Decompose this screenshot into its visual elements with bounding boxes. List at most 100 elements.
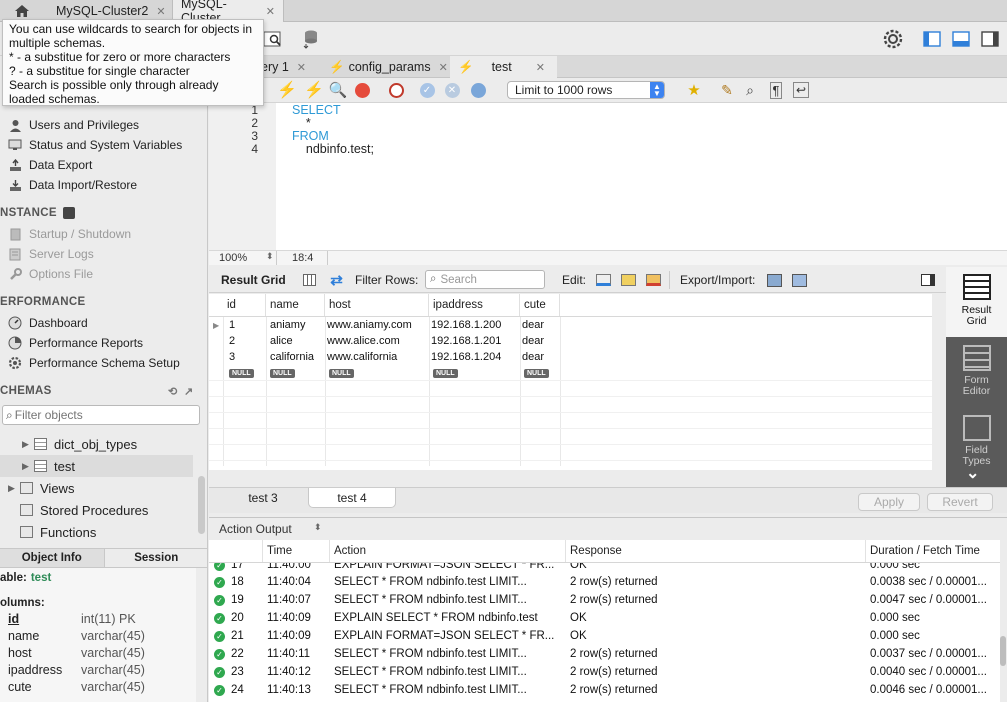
table-cell[interactable]: www.aniamy.com [323,317,412,333]
table-cell-null[interactable]: NULL [225,365,254,381]
export-button[interactable] [765,271,784,289]
table-cell[interactable]: dear [518,317,544,333]
table-row[interactable]: ✓ 24 11:40:13 SELECT * FROM ndbinfo.test… [209,682,1000,700]
column-header-status[interactable] [209,540,263,562]
close-icon[interactable]: ✕ [266,5,275,18]
result-grid-view-button[interactable]: Result Grid [946,267,1007,337]
output-select[interactable]: Action Output [219,522,292,536]
expand-triangle-icon[interactable]: ▶ [22,461,34,472]
toggle-secondary-sidebar-button[interactable] [979,28,1001,50]
insert-row-button[interactable] [619,271,638,289]
toggle-side-panel-button[interactable] [918,271,937,289]
explain-button[interactable]: 🔍 [328,80,348,100]
table-cell-null[interactable]: NULL [429,365,458,381]
column-header-action[interactable]: Action [330,540,566,562]
table-row[interactable]: ✓ 19 11:40:07 SELECT * FROM ndbinfo.test… [209,592,1000,610]
table-cell[interactable]: www.alice.com [323,333,400,349]
sidebar-item-startup[interactable]: Startup / Shutdown [8,225,131,243]
filter-rows-search[interactable]: ⌕ Search [425,270,545,289]
table-row[interactable]: ✓ 23 11:40:12 SELECT * FROM ndbinfo.test… [209,664,1000,682]
table-cell[interactable]: dear [518,333,544,349]
close-icon[interactable]: ✕ [439,61,448,74]
sidebar-item-logs[interactable]: Server Logs [8,245,94,263]
column-header-id[interactable]: id [223,294,266,316]
sidebar-item-import[interactable]: Data Import/Restore [8,176,137,194]
sidebar-item-schema-setup[interactable]: Performance Schema Setup [8,354,180,372]
table-row[interactable]: ✓ 21 11:40:09 EXPLAIN FORMAT=JSON SELECT… [209,628,1000,646]
table-cell[interactable]: aniamy [266,317,305,333]
commit-button[interactable]: ✓ [417,80,437,100]
close-icon[interactable]: ✕ [297,61,306,74]
tab-config-params[interactable]: ⚡ config_params ✕ [329,56,448,78]
tab-test-4[interactable]: test 4 [308,488,396,508]
sidebar-item-export[interactable]: Data Export [8,156,92,174]
revert-button[interactable]: Revert [927,493,993,511]
tree-item-functions[interactable]: Functions [0,521,193,543]
column-header-duration[interactable]: Duration / Fetch Time [866,540,1000,562]
table-cell[interactable]: www.california [323,349,397,365]
sidebar-item-status[interactable]: Status and System Variables [8,136,182,154]
beautify-button[interactable]: ✎ [717,80,737,100]
form-editor-view-button[interactable]: Form Editor [946,339,1007,409]
expand-triangle-icon[interactable]: ▶ [8,483,20,494]
stop-button[interactable] [352,80,372,100]
table-cell[interactable]: california [266,349,314,365]
edit-row-button[interactable] [594,271,613,289]
home-button[interactable] [10,2,34,20]
chevron-up-down-icon[interactable]: ⬍ [314,522,322,533]
table-cell[interactable]: 3 [225,349,235,365]
toggle-continue-on-error-button[interactable] [386,80,406,100]
close-icon[interactable]: ✕ [156,5,165,18]
grid-view-button[interactable] [300,271,319,289]
close-icon[interactable]: ✕ [536,61,545,74]
action-output-table[interactable]: Time Action Response Duration / Fetch Ti… [209,540,1000,702]
execute-button[interactable]: ⚡ [277,80,297,100]
table-row[interactable]: ✓ 18 11:40:04 SELECT * FROM ndbinfo.test… [209,574,1000,592]
column-header-name[interactable]: name [266,294,325,316]
column-header-ipaddress[interactable]: ipaddress [429,294,520,316]
column-header-cute[interactable]: cute [520,294,560,316]
tab-object-info[interactable]: Object Info [0,549,105,567]
sidebar-item-options[interactable]: Options File [8,265,93,283]
schema-filter-input[interactable] [14,408,190,422]
chevron-up-down-icon[interactable]: ⬍ [266,251,274,262]
sidebar-item-users[interactable]: Users and Privileges [8,116,139,134]
delete-row-button[interactable] [644,271,663,289]
execute-current-button[interactable]: ⚡ [304,80,324,100]
column-header-host[interactable]: host [325,294,429,316]
tree-item-test[interactable]: ▶ test [0,455,193,477]
tree-item-dict-obj-types[interactable]: ▶ dict_obj_types [0,433,193,455]
table-cell[interactable]: 192.168.1.201 [427,333,501,349]
find-button[interactable]: ⌕ [740,80,760,100]
table-cell[interactable]: 192.168.1.200 [427,317,501,333]
schema-filter[interactable]: ⌕ [2,405,200,425]
table-row[interactable]: ✓ 20 11:40:09 EXPLAIN SELECT * FROM ndbi… [209,610,1000,628]
table-cell[interactable]: 192.168.1.204 [427,349,501,365]
table-cell[interactable]: 1 [225,317,235,333]
sql-code-editor[interactable]: 1 2 3 4 SELECT * FROM ndbinfo.test; [209,103,1007,250]
wrap-lines-button[interactable]: ↩ [791,80,811,100]
tab-test[interactable]: ⚡ test ✕ [450,56,557,78]
result-grid[interactable]: id name host ipaddress cute ▶ 1 aniamy w… [209,294,932,470]
tab-session[interactable]: Session [105,549,208,567]
sidebar-scrollbar[interactable] [198,476,205,534]
zoom-level[interactable]: 100% [219,252,247,264]
chevron-down-icon[interactable]: ⌄ [966,463,979,483]
tab-query-1[interactable]: ery 1 ✕ [261,56,306,78]
expand-icon[interactable]: ↗ [184,385,194,398]
table-row[interactable]: ✓ 22 11:40:11 SELECT * FROM ndbinfo.test… [209,646,1000,664]
tab-test-3[interactable]: test 3 [219,488,307,508]
column-header-time[interactable]: Time [263,540,330,562]
add-snippet-button[interactable]: ★ [684,80,704,100]
tree-item-views[interactable]: ▶ Views [0,477,193,499]
table-cell-null[interactable]: NULL [325,365,354,381]
expand-triangle-icon[interactable]: ▶ [22,439,34,450]
import-button[interactable] [790,271,809,289]
column-header-response[interactable]: Response [566,540,866,562]
row-limit-select[interactable]: Limit to 1000 rows ▲ ▼ [507,81,665,99]
autocommit-button[interactable] [468,80,488,100]
settings-button[interactable] [882,28,904,50]
output-scrollbar[interactable] [1000,636,1006,666]
inspector-button[interactable] [262,28,284,50]
table-cell[interactable]: dear [518,349,544,365]
